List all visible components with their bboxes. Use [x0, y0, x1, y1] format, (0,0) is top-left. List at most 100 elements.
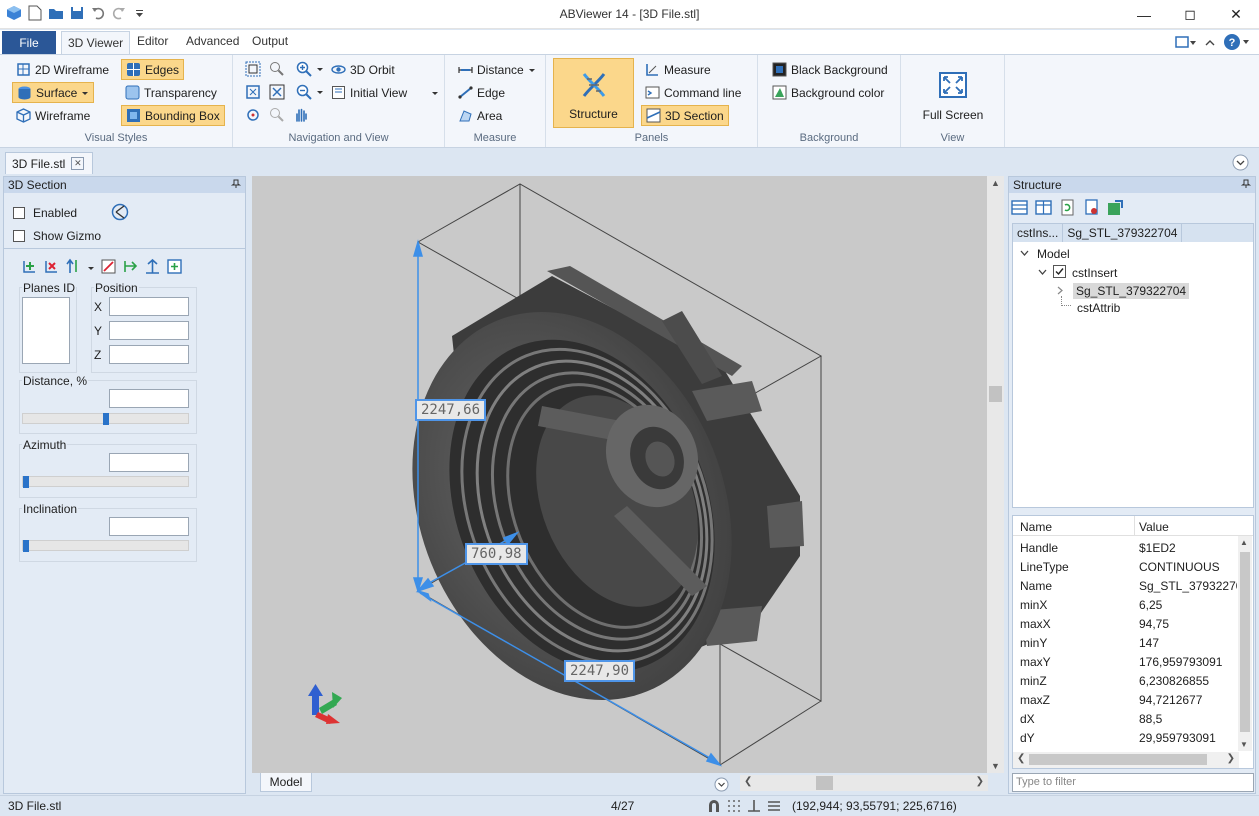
documents-dropdown-icon[interactable] [1232, 154, 1249, 174]
align-plane-icon[interactable] [100, 258, 117, 278]
zoom-extents-icon[interactable] [244, 83, 262, 101]
filter-input[interactable]: Type to filter [1012, 773, 1254, 792]
flip-plane-icon[interactable] [65, 258, 82, 278]
inclination-slider-thumb[interactable] [23, 540, 29, 552]
structure-button[interactable]: Structure [553, 58, 634, 128]
edge-button[interactable]: Edge [454, 82, 509, 103]
export-tree-icon[interactable] [1107, 199, 1124, 219]
fit-plane-icon[interactable] [166, 258, 183, 278]
scroll-down-icon[interactable]: ▼ [991, 761, 1000, 771]
planes-id-list[interactable] [22, 297, 70, 364]
bounding-box-button[interactable]: Bounding Box [121, 105, 225, 126]
transparency-button[interactable]: Transparency [121, 82, 221, 103]
rotate-plane-icon[interactable] [122, 258, 139, 278]
expand-cstinsert-icon[interactable] [1038, 266, 1047, 280]
fit-icon[interactable] [268, 83, 286, 101]
snap-magnet-icon[interactable] [706, 798, 722, 816]
props-scroll-thumb[interactable] [1240, 552, 1250, 732]
prop-row[interactable]: LineType CONTINUOUS [1013, 557, 1238, 576]
props-scroll-left-icon[interactable]: ❮ [1017, 753, 1025, 764]
viewport-horizontal-scrollbar[interactable]: ❮ ❯ [740, 775, 988, 791]
collapse-all-icon[interactable] [1011, 199, 1028, 219]
add-plane-icon[interactable] [21, 258, 38, 278]
lineweight-icon[interactable] [766, 798, 782, 816]
breadcrumb-sg-stl[interactable]: Sg_STL_379322704 [1063, 224, 1183, 242]
tab-advanced[interactable]: Advanced [186, 34, 239, 48]
initial-view-button[interactable]: Initial View [327, 82, 443, 103]
prop-row[interactable]: NameSg_STL_379322704 [1013, 576, 1238, 595]
zoom-realtime-icon[interactable] [268, 106, 286, 124]
delete-plane-icon[interactable] [43, 258, 60, 278]
zoom-select-icon[interactable] [268, 60, 286, 78]
split-view-icon[interactable] [1035, 199, 1052, 219]
close-icon[interactable]: ✕ [1213, 0, 1259, 29]
prop-row[interactable]: dY 29,959793091 [1013, 728, 1238, 747]
tab-model[interactable]: Model [260, 773, 312, 792]
prop-row[interactable]: dX 88,5 [1013, 709, 1238, 728]
distance-slider[interactable] [22, 413, 189, 425]
tree-node-model[interactable]: Model [1020, 247, 1070, 261]
pin-icon[interactable] [230, 178, 242, 192]
layout-switch-icon[interactable] [1175, 35, 1197, 52]
tree-node-sg-stl[interactable]: Sg_STL_379322704 [1056, 283, 1190, 299]
horizontal-scroll-thumb[interactable] [816, 776, 833, 790]
wireframe-2d-button[interactable]: 2D Wireframe [12, 59, 113, 80]
prop-row[interactable]: Handle $1ED2 [1013, 538, 1238, 557]
azimuth-slider[interactable] [22, 476, 189, 488]
viewport-scroll-thumb[interactable] [989, 386, 1002, 402]
y-field[interactable] [109, 321, 189, 340]
help-icon[interactable]: ? [1223, 33, 1251, 54]
scroll-up-icon[interactable]: ▲ [991, 178, 1000, 188]
enabled-checkbox[interactable]: Enabled [13, 206, 77, 220]
properties-horizontal-scrollbar[interactable]: ❮ ❯ [1013, 752, 1239, 768]
prop-row[interactable]: minX 6,25 [1013, 595, 1238, 614]
section-gizmo-icon[interactable] [111, 203, 129, 224]
black-background-button[interactable]: Black Background [768, 59, 892, 80]
collapse-ribbon-icon[interactable] [1205, 37, 1215, 51]
tree-node-cstinsert[interactable]: cstInsert [1038, 265, 1117, 281]
hand-pan-icon[interactable] [292, 106, 310, 124]
full-screen-button[interactable]: Full Screen [913, 58, 993, 128]
surface-button[interactable]: Surface [12, 82, 95, 103]
tab-output[interactable]: Output [252, 34, 288, 48]
prop-row[interactable]: maxY 176,959793091 [1013, 652, 1238, 671]
x-field[interactable] [109, 297, 189, 316]
section-3d-button[interactable]: 3D Section [641, 105, 729, 126]
azimuth-field[interactable] [109, 453, 189, 472]
grid-icon[interactable] [726, 798, 742, 816]
pan-view-icon[interactable] [244, 106, 262, 124]
edges-button[interactable]: Edges [121, 59, 185, 80]
breadcrumb-cstinsert[interactable]: cstIns... [1013, 224, 1064, 242]
prop-row[interactable]: minZ 6,230826855 [1013, 671, 1238, 690]
expand-model-icon[interactable] [1020, 247, 1029, 261]
command-line-button[interactable]: Command line [641, 82, 745, 103]
minimize-icon[interactable]: — [1121, 0, 1167, 29]
prop-row[interactable]: maxZ 94,7212677 [1013, 690, 1238, 709]
ortho-icon[interactable] [746, 798, 762, 816]
refresh-icon[interactable] [1059, 199, 1076, 219]
scroll-right-icon[interactable]: ❯ [976, 776, 984, 787]
scroll-left-icon[interactable]: ❮ [744, 776, 752, 787]
props-scroll-up-icon[interactable]: ▲ [1240, 538, 1248, 547]
z-field[interactable] [109, 345, 189, 364]
tab-editor[interactable]: Editor [137, 34, 168, 48]
properties-vertical-scrollbar[interactable]: ▲ ▼ [1238, 536, 1252, 751]
background-color-button[interactable]: Background color [768, 82, 888, 103]
props-hscroll-thumb[interactable] [1029, 754, 1207, 765]
tree-node-cstattrib[interactable]: cstAttrib [1077, 301, 1120, 315]
plane-options-dropdown-icon[interactable] [87, 261, 95, 275]
3d-viewport[interactable]: 2247,66 760,98 2247,90 [252, 176, 987, 773]
document-tab[interactable]: 3D File.stl ✕ [5, 152, 93, 174]
zoom-window-icon[interactable] [244, 60, 262, 78]
distance-button[interactable]: Distance [454, 59, 540, 80]
prop-row[interactable]: maxX 94,75 [1013, 614, 1238, 633]
viewport-vertical-scrollbar[interactable]: ▲ ▼ [987, 176, 1004, 773]
enabled-checkbox-box[interactable] [13, 207, 25, 219]
props-scroll-down-icon[interactable]: ▼ [1240, 740, 1248, 749]
properties-icon[interactable] [1083, 199, 1100, 219]
prop-row[interactable]: minY 147 [1013, 633, 1238, 652]
show-gizmo-checkbox[interactable]: Show Gizmo [13, 229, 101, 243]
wireframe-button[interactable]: Wireframe [12, 105, 94, 126]
measure-panel-button[interactable]: Measure [641, 59, 715, 80]
tab-3d-viewer[interactable]: 3D Viewer [61, 31, 131, 55]
